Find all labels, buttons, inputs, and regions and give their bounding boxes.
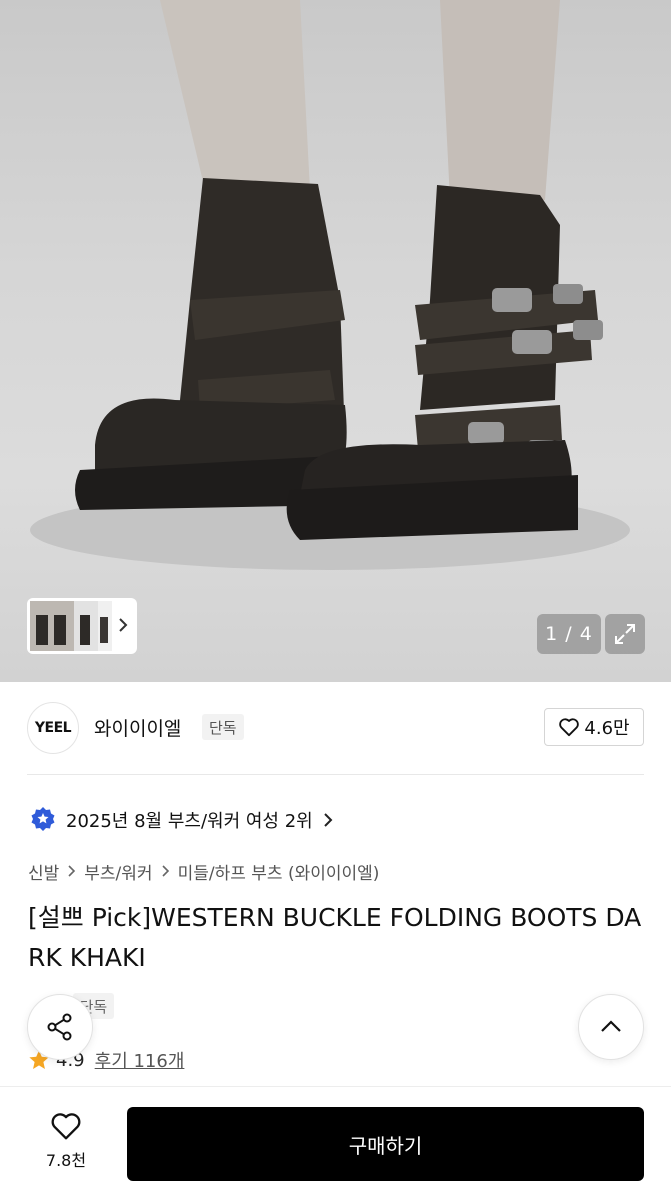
brand-like-button[interactable]: 4.6만: [544, 708, 644, 746]
buy-button[interactable]: 구매하기: [127, 1107, 644, 1181]
chevron-right-icon: [323, 813, 333, 827]
chevron-right-icon: [68, 865, 76, 877]
brand-like-count: 4.6만: [584, 718, 630, 739]
share-icon: [47, 1013, 72, 1041]
brand-logo[interactable]: YEEL: [27, 702, 79, 754]
expand-icon: [615, 624, 635, 644]
chevron-up-icon: [601, 1020, 621, 1032]
heart-icon: [559, 718, 580, 737]
wishlist-button[interactable]: 7.8천: [30, 1111, 102, 1171]
brand-name[interactable]: 와이이이엘: [94, 714, 181, 741]
breadcrumb-item[interactable]: 미들/하프 부츠 (와이이이엘): [178, 859, 380, 884]
bottom-action-bar: 7.8천 구매하기: [0, 1086, 671, 1200]
product-image[interactable]: 1 / 4: [0, 0, 671, 682]
rank-medal-icon: [31, 807, 55, 831]
review-count-link[interactable]: 후기 116개: [95, 1047, 185, 1073]
share-button[interactable]: [27, 994, 93, 1060]
expand-button[interactable]: [605, 614, 645, 654]
ranking-link[interactable]: 2025년 8월 부츠/워커 여성 2위: [30, 803, 333, 837]
chevron-right-icon[interactable]: [117, 615, 129, 635]
divider: [27, 774, 644, 775]
brand-row[interactable]: YEEL 와이이이엘 단독 4.6만: [0, 682, 671, 775]
heart-icon: [51, 1113, 81, 1140]
breadcrumb: 신발 부츠/워커 미들/하프 부츠 (와이이이엘): [28, 857, 379, 885]
chevron-right-icon: [162, 865, 169, 877]
ranking-text: 2025년 8월 부츠/워커 여성 2위: [66, 811, 313, 832]
thumbnail-images[interactable]: [30, 601, 112, 651]
wishlist-count: 7.8천: [45, 1151, 87, 1170]
breadcrumb-item[interactable]: 부츠/워커: [84, 859, 152, 884]
image-counter: 1 / 4: [537, 614, 601, 654]
breadcrumb-item[interactable]: 신발: [28, 859, 59, 884]
scroll-top-button[interactable]: [578, 994, 644, 1060]
exclusive-badge: 단독: [202, 714, 244, 740]
product-title: [설쁘 Pick]WESTERN BUCKLE FOLDING BOOTS DA…: [28, 903, 642, 972]
product-photo: [30, 0, 630, 570]
thumbnail-strip[interactable]: [27, 598, 137, 654]
